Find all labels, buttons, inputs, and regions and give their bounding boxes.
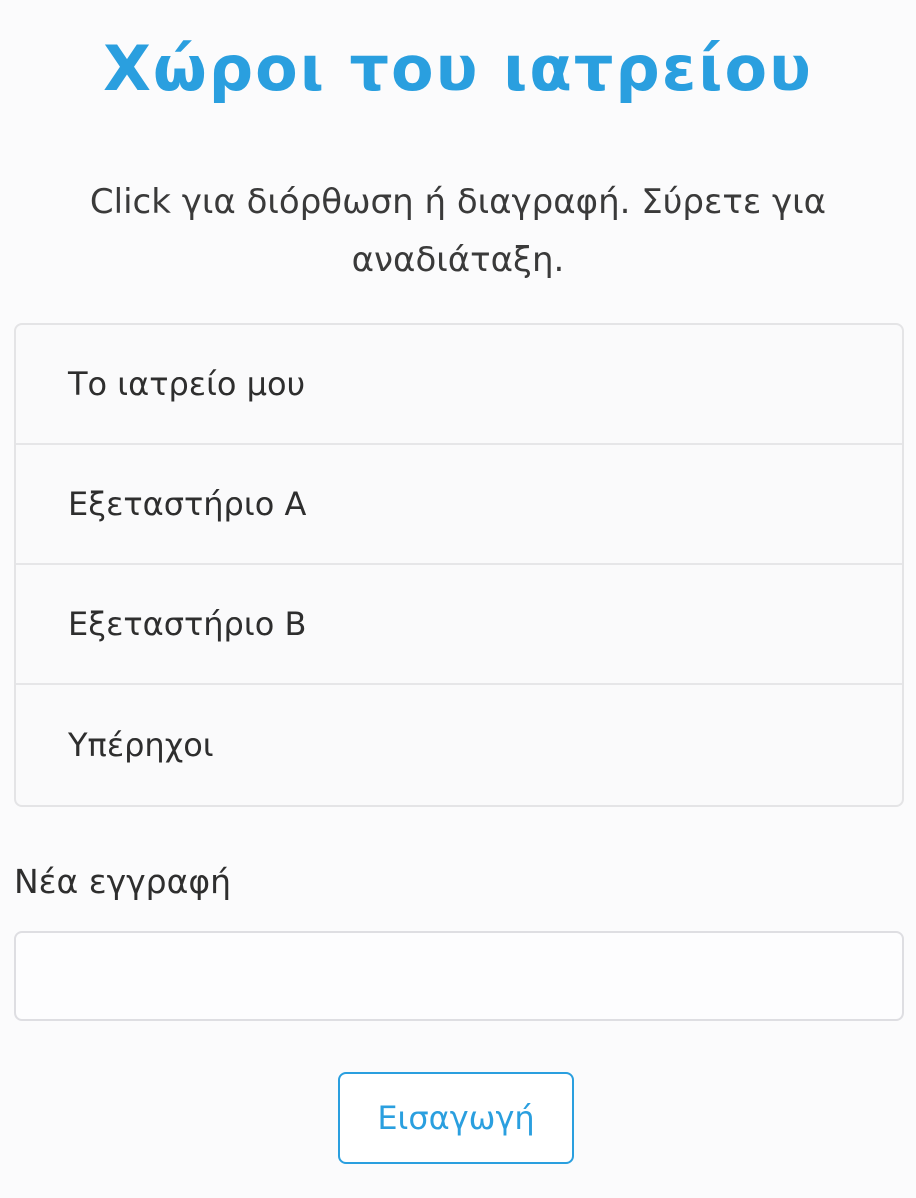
list-item[interactable]: Το ιατρείο μου <box>16 325 902 445</box>
list-item[interactable]: Εξεταστήριο Β <box>16 565 902 685</box>
page-title: Χώροι του ιατρείου <box>103 32 813 105</box>
list-item-label: Το ιατρείο μου <box>68 365 306 403</box>
list-item[interactable]: Εξεταστήριο Α <box>16 445 902 565</box>
list-item-label: Εξεταστήριο Α <box>68 485 307 523</box>
list-item[interactable]: Υπέρηχοι <box>16 685 902 805</box>
submit-container: Εισαγωγή <box>14 1072 902 1164</box>
list-item-label: Υπέρηχοι <box>68 726 214 764</box>
list-item-label: Εξεταστήριο Β <box>68 605 307 643</box>
rooms-page: Χώροι του ιατρείου Click για διόρθωση ή … <box>0 0 916 1198</box>
rooms-list: Το ιατρείο μου Εξεταστήριο Α Εξεταστήριο… <box>14 323 904 807</box>
new-entry-input[interactable] <box>14 931 904 1021</box>
new-entry-label: Νέα εγγραφή <box>14 862 232 901</box>
instructions-text: Click για διόρθωση ή διαγραφή. Σύρετε γι… <box>89 182 827 280</box>
submit-button[interactable]: Εισαγωγή <box>338 1072 574 1164</box>
